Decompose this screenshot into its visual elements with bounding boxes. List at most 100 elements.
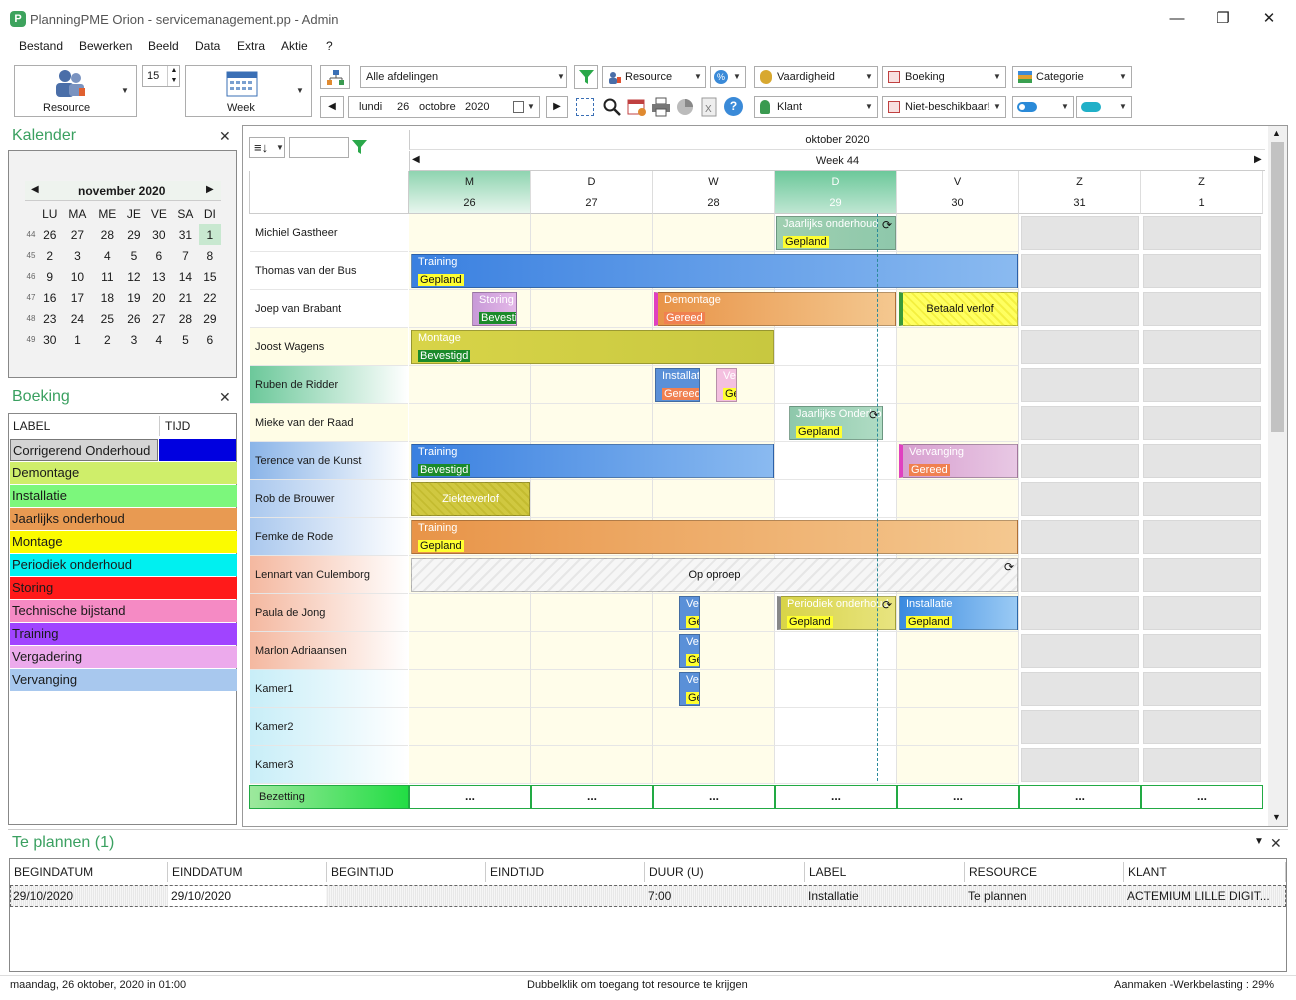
day-header[interactable]: D 27 <box>531 171 653 214</box>
grid-cell[interactable] <box>897 366 1019 404</box>
grid-cell[interactable] <box>1021 406 1139 440</box>
menu-bestand[interactable]: Bestand <box>19 39 63 53</box>
grid-cell[interactable] <box>775 670 897 708</box>
calendar-add-icon[interactable] <box>627 97 647 117</box>
grid-cell[interactable] <box>1021 748 1139 782</box>
grid-cell[interactable] <box>775 632 897 670</box>
grid-cell[interactable] <box>897 328 1019 366</box>
grid-cell[interactable] <box>775 746 897 784</box>
grid-cell[interactable] <box>1143 444 1261 478</box>
occupancy-cell[interactable]: ... <box>409 785 531 809</box>
grid-cell[interactable] <box>531 670 653 708</box>
chevron-down-icon[interactable]: ▼ <box>733 72 741 81</box>
interval-stepper[interactable]: 15 ▲ ▼ <box>142 65 180 87</box>
calendar-day[interactable]: 6 <box>146 245 173 266</box>
task-bar[interactable]: Installatie Gereed <box>655 368 700 402</box>
day-header[interactable]: Z1 <box>1141 171 1263 214</box>
resource-name[interactable]: Thomas van der Bus <box>250 252 408 290</box>
calendar-day[interactable]: 13 <box>146 266 173 287</box>
calendar-day[interactable]: 2 <box>37 245 62 266</box>
calendar-day[interactable]: 9 <box>37 266 62 287</box>
table-column-header[interactable]: RESOURCE <box>965 862 1124 882</box>
grid-cell[interactable] <box>409 708 531 746</box>
booking-type-item[interactable]: Storing <box>10 577 237 599</box>
chevron-down-icon[interactable]: ▼ <box>993 102 1001 111</box>
chevron-down-icon[interactable]: ▼ <box>865 102 873 111</box>
arrow-right-icon[interactable]: ▶ <box>206 184 214 195</box>
occupancy-cell[interactable]: ... <box>531 785 653 809</box>
booking-type-item[interactable]: Demontage <box>10 462 237 484</box>
resource-search-input[interactable] <box>289 137 349 158</box>
grid-cell[interactable] <box>775 328 897 366</box>
booking-type-item[interactable]: Vervanging <box>10 669 237 691</box>
grid-cell[interactable] <box>531 404 653 442</box>
close-window-button[interactable]: ✕ <box>1246 6 1292 32</box>
resource-name[interactable]: Femke de Rode <box>250 518 408 556</box>
close-icon[interactable]: ✕ <box>1270 835 1282 852</box>
calendar-day[interactable]: 5 <box>172 329 199 350</box>
table-column-header[interactable]: BEGINTIJD <box>327 862 486 882</box>
grid-cell[interactable] <box>1021 482 1139 516</box>
grid-cell[interactable] <box>1021 710 1139 744</box>
grid-cell[interactable] <box>531 366 653 404</box>
booking-type-item[interactable]: Periodiek onderhoud <box>10 554 237 576</box>
category-filter-select[interactable]: Categorie ▼ <box>1012 66 1132 88</box>
task-bar[interactable]: Op oproep ⟳ <box>411 558 1018 592</box>
grid-cell[interactable] <box>409 632 531 670</box>
booking-type-item[interactable]: Installatie <box>10 485 237 507</box>
grid-cell[interactable] <box>1021 254 1139 288</box>
department-select[interactable]: Alle afdelingen ▼ <box>360 66 567 88</box>
search-icon[interactable] <box>602 97 622 117</box>
grid-cell[interactable] <box>409 404 531 442</box>
grid-cell[interactable] <box>409 594 531 632</box>
sort-button[interactable]: ≡↓ ▼ <box>249 137 285 158</box>
grid-cell[interactable] <box>897 480 1019 518</box>
occupancy-cell[interactable]: ... <box>653 785 775 809</box>
calendar-day[interactable]: 26 <box>37 224 62 245</box>
grid-cell[interactable] <box>531 746 653 784</box>
grid-cell[interactable] <box>1143 596 1261 630</box>
occupancy-cell[interactable]: ... <box>1019 785 1141 809</box>
grid-cell[interactable] <box>1021 672 1139 706</box>
resource-name[interactable]: Joost Wagens <box>250 328 408 366</box>
table-column-header[interactable]: BEGINDATUM <box>10 862 168 882</box>
occupancy-cell[interactable]: ... <box>897 785 1019 809</box>
calendar-day[interactable]: 17 <box>62 287 92 308</box>
task-bar[interactable]: Demontage Gereed <box>654 292 896 326</box>
booking-type-item[interactable]: Vergadering <box>10 646 237 668</box>
calendar-day[interactable]: 1 <box>62 329 92 350</box>
calendar-day[interactable]: 23 <box>37 308 62 329</box>
grid-cell[interactable] <box>897 670 1019 708</box>
grid-cell[interactable] <box>1021 330 1139 364</box>
grid-cell[interactable] <box>775 480 897 518</box>
grid-cell[interactable] <box>653 594 775 632</box>
grid-cell[interactable] <box>1021 520 1139 554</box>
grid-cell[interactable] <box>409 746 531 784</box>
vertical-scrollbar[interactable]: ▲ ▼ <box>1268 126 1287 826</box>
occupancy-cell[interactable]: ... <box>775 785 897 809</box>
task-bar[interactable]: Ve Ge <box>679 634 700 668</box>
print-icon[interactable] <box>651 97 671 117</box>
grid-cell[interactable] <box>531 214 653 252</box>
calendar-day[interactable]: 6 <box>199 329 221 350</box>
toggle-select-2[interactable]: ▼ <box>1076 96 1132 118</box>
task-bar[interactable]: Betaald verlof <box>899 292 1018 326</box>
task-bar[interactable]: Training Bevestigd <box>411 444 774 478</box>
grid-cell[interactable] <box>897 632 1019 670</box>
arrow-right-icon[interactable]: ▶ <box>1254 154 1262 165</box>
day-header[interactable]: Z 31 <box>1019 171 1141 214</box>
chevron-down-icon[interactable]: ▼ <box>296 86 304 95</box>
grid-cell[interactable] <box>775 708 897 746</box>
grid-cell[interactable] <box>409 670 531 708</box>
table-column-header[interactable]: DUUR (U) <box>645 862 805 882</box>
resource-name[interactable]: Mieke van der Raad <box>250 404 408 442</box>
calendar-day[interactable]: 28 <box>92 224 122 245</box>
calendar-day[interactable]: 8 <box>199 245 221 266</box>
calendar-day[interactable]: 29 <box>199 308 221 329</box>
resource-name[interactable]: Joep van Brabant <box>250 290 408 328</box>
calendar-day-today[interactable]: 1 <box>198 224 221 245</box>
grid-cell[interactable] <box>531 708 653 746</box>
chevron-down-icon[interactable]: ▼ <box>993 72 1001 81</box>
grid-cell[interactable] <box>1021 444 1139 478</box>
skill-filter-select[interactable]: Vaardigheid ▼ <box>754 66 878 88</box>
